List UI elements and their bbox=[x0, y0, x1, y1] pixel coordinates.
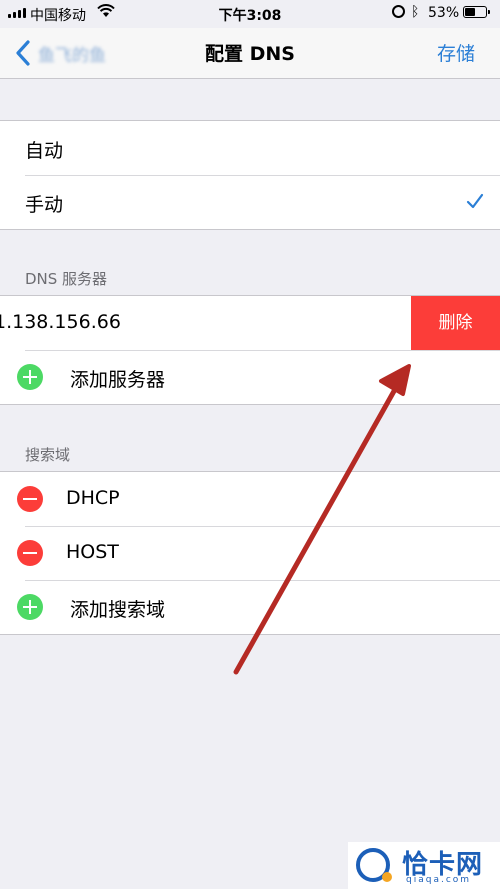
add-server-row[interactable]: 添加服务器 bbox=[0, 350, 500, 404]
dns-server-address[interactable]: 1.138.156.66 bbox=[0, 311, 121, 333]
clock: 下午3:08 bbox=[218, 8, 282, 24]
checkmark-icon bbox=[466, 193, 484, 209]
mode-option-label: 手动 bbox=[25, 194, 64, 216]
battery-percent: 53% bbox=[428, 5, 460, 21]
add-search-domain-label: 添加搜索域 bbox=[70, 599, 166, 621]
search-domain-label: HOST bbox=[66, 541, 119, 563]
search-domain-row[interactable]: DHCP bbox=[0, 472, 500, 526]
rotation-lock-icon bbox=[392, 5, 405, 18]
watermark-url: qiaqa.com bbox=[406, 875, 472, 885]
brand-logo-icon bbox=[356, 848, 392, 882]
remove-circle-icon[interactable] bbox=[17, 540, 43, 566]
navigation-bar: 鱼飞的鱼 配置 DNS 存储 bbox=[0, 28, 500, 79]
dns-server-row[interactable]: 1.138.156.66 删除 bbox=[0, 296, 500, 350]
delete-button[interactable]: 删除 bbox=[411, 296, 500, 350]
mode-option-manual[interactable]: 手动 bbox=[0, 175, 500, 229]
add-circle-icon[interactable] bbox=[17, 594, 43, 620]
page-title: 配置 DNS bbox=[205, 43, 295, 65]
dns-mode-group: 自动 手动 bbox=[0, 120, 500, 230]
add-circle-icon[interactable] bbox=[17, 364, 43, 390]
search-domain-row[interactable]: HOST bbox=[0, 526, 500, 580]
mode-option-label: 自动 bbox=[25, 140, 64, 162]
add-search-domain-row[interactable]: 添加搜索域 bbox=[0, 580, 500, 634]
search-domains-header: 搜索域 bbox=[25, 446, 71, 464]
status-bar: 中国移动 下午3:08 ᛒ 53% bbox=[0, 0, 500, 28]
search-domain-label: DHCP bbox=[66, 487, 120, 509]
save-button[interactable]: 存储 bbox=[437, 39, 475, 66]
bluetooth-icon: ᛒ bbox=[411, 4, 420, 20]
dns-servers-group: 1.138.156.66 删除 添加服务器 bbox=[0, 295, 500, 405]
mode-option-automatic[interactable]: 自动 bbox=[0, 121, 500, 175]
dns-servers-header: DNS 服务器 bbox=[25, 270, 108, 288]
search-domains-group: DHCP HOST 添加搜索域 bbox=[0, 471, 500, 635]
add-server-label: 添加服务器 bbox=[70, 369, 166, 391]
watermark-logo: 恰卡网 qiaqa.com bbox=[348, 842, 500, 889]
remove-circle-icon[interactable] bbox=[17, 486, 43, 512]
battery-icon bbox=[463, 6, 490, 18]
